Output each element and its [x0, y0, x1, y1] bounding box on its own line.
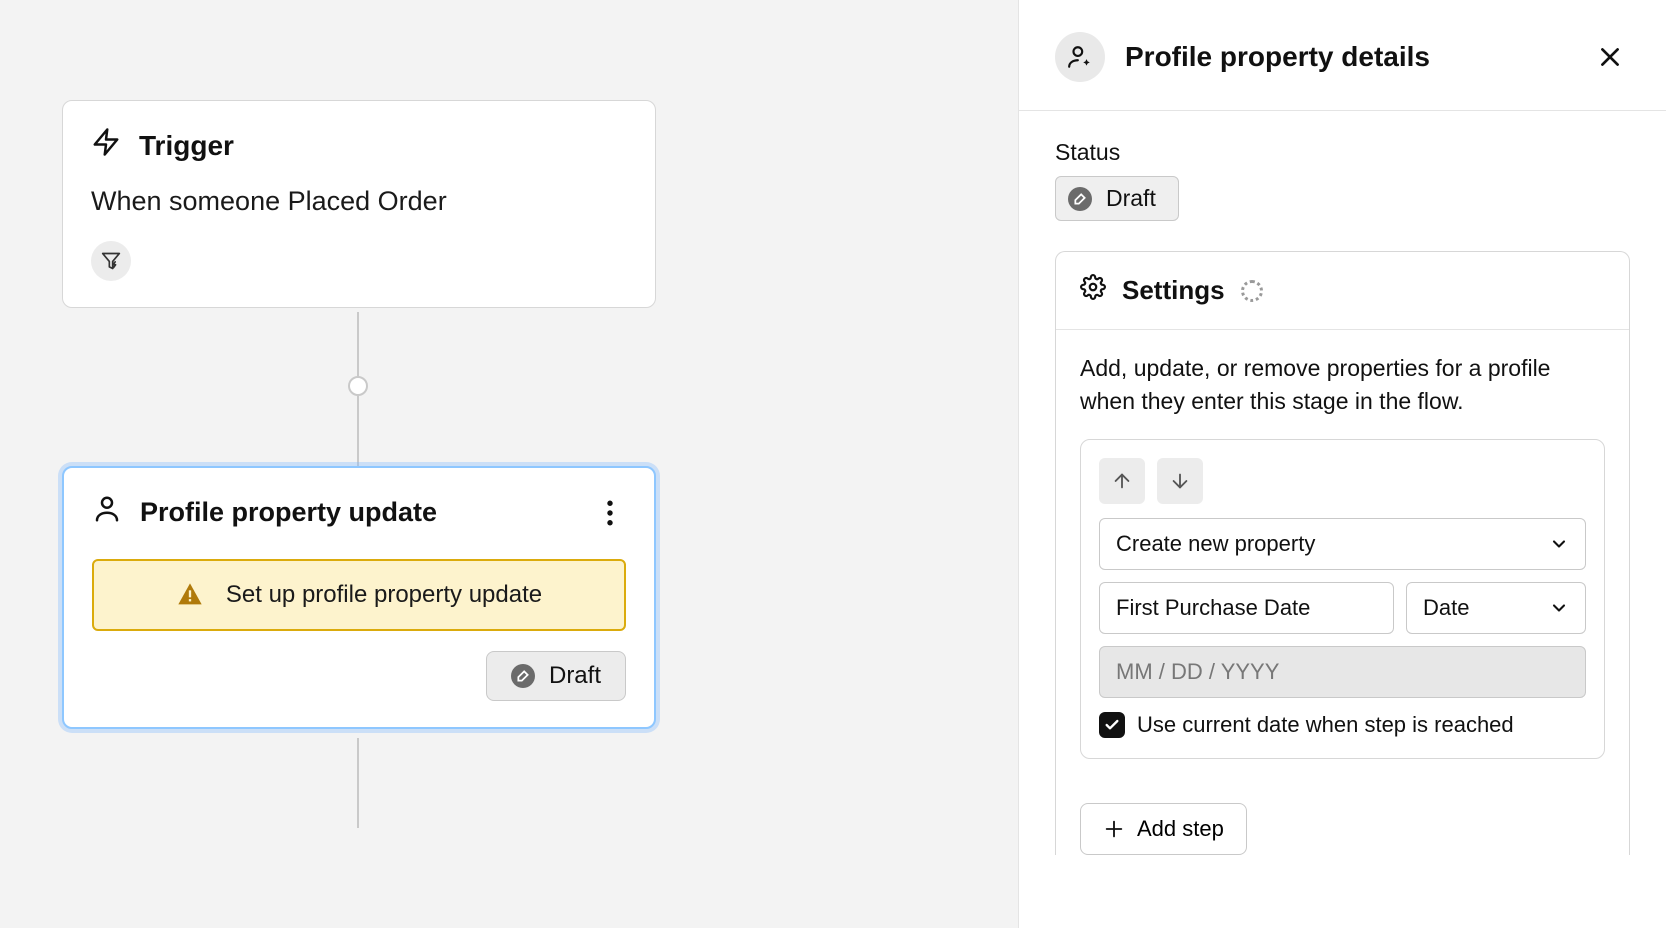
draft-status-icon [1068, 187, 1092, 211]
move-up-button[interactable] [1099, 458, 1145, 504]
connector-line [357, 312, 359, 380]
status-field-label: Status [1055, 139, 1630, 166]
connector-line [357, 394, 359, 466]
panel-title: Profile property details [1125, 41, 1570, 73]
trigger-title: Trigger [139, 130, 234, 162]
profile-icon [92, 494, 122, 531]
move-down-button[interactable] [1157, 458, 1203, 504]
add-step-button[interactable]: Add step [1080, 803, 1247, 855]
node-status-label: Draft [549, 662, 601, 690]
property-name-input[interactable]: First Purchase Date [1099, 582, 1394, 634]
status-value: Draft [1106, 185, 1156, 212]
arrow-up-icon [1111, 470, 1133, 492]
node-menu-button[interactable] [594, 497, 626, 529]
kebab-icon [606, 500, 614, 526]
chevron-down-icon [1549, 598, 1569, 618]
settings-description: Add, update, or remove properties for a … [1056, 330, 1629, 439]
use-current-date-checkbox[interactable]: Use current date when step is reached [1099, 712, 1586, 738]
property-action-value: Create new property [1116, 531, 1315, 557]
close-icon [1597, 44, 1623, 70]
trigger-filter-button[interactable] [91, 241, 131, 281]
connector-line [357, 738, 359, 828]
connector-point[interactable] [348, 376, 368, 396]
settings-card: Settings Add, update, or remove properti… [1055, 251, 1630, 855]
arrow-down-icon [1169, 470, 1191, 492]
trigger-node[interactable]: Trigger When someone Placed Order [62, 100, 656, 308]
date-placeholder: MM / DD / YYYY [1116, 659, 1279, 684]
property-step-box: Create new property First Purchase Date … [1080, 439, 1605, 759]
checkbox-checked-icon [1099, 712, 1125, 738]
details-panel: Profile property details Status Draft [1018, 0, 1666, 928]
property-name-value: First Purchase Date [1116, 595, 1310, 621]
property-type-select[interactable]: Date [1406, 582, 1586, 634]
funnel-bolt-icon [101, 251, 121, 271]
draft-status-icon [511, 664, 535, 688]
property-type-value: Date [1423, 595, 1469, 621]
trigger-description: When someone Placed Order [91, 186, 627, 217]
plus-icon [1103, 818, 1125, 840]
gear-icon [1080, 274, 1106, 307]
close-panel-button[interactable] [1590, 37, 1630, 77]
profile-property-update-node[interactable]: Profile property update Set up profile p… [62, 466, 656, 729]
node-status-pill[interactable]: Draft [486, 651, 626, 701]
setup-warning-banner[interactable]: Set up profile property update [92, 559, 626, 631]
warning-text: Set up profile property update [226, 581, 542, 609]
update-node-title: Profile property update [140, 497, 576, 528]
settings-heading: Settings [1122, 275, 1225, 306]
status-chip[interactable]: Draft [1055, 176, 1179, 221]
use-current-date-label: Use current date when step is reached [1137, 712, 1514, 738]
property-action-select[interactable]: Create new property [1099, 518, 1586, 570]
warning-triangle-icon [176, 581, 204, 609]
lightning-icon [91, 127, 121, 164]
panel-header: Profile property details [1019, 0, 1666, 111]
add-step-label: Add step [1137, 816, 1224, 842]
chevron-down-icon [1549, 534, 1569, 554]
flow-canvas[interactable]: Trigger When someone Placed Order [0, 0, 1018, 928]
loading-spinner-icon [1241, 280, 1263, 302]
profile-sparkle-icon [1055, 32, 1105, 82]
date-value-input: MM / DD / YYYY [1099, 646, 1586, 698]
